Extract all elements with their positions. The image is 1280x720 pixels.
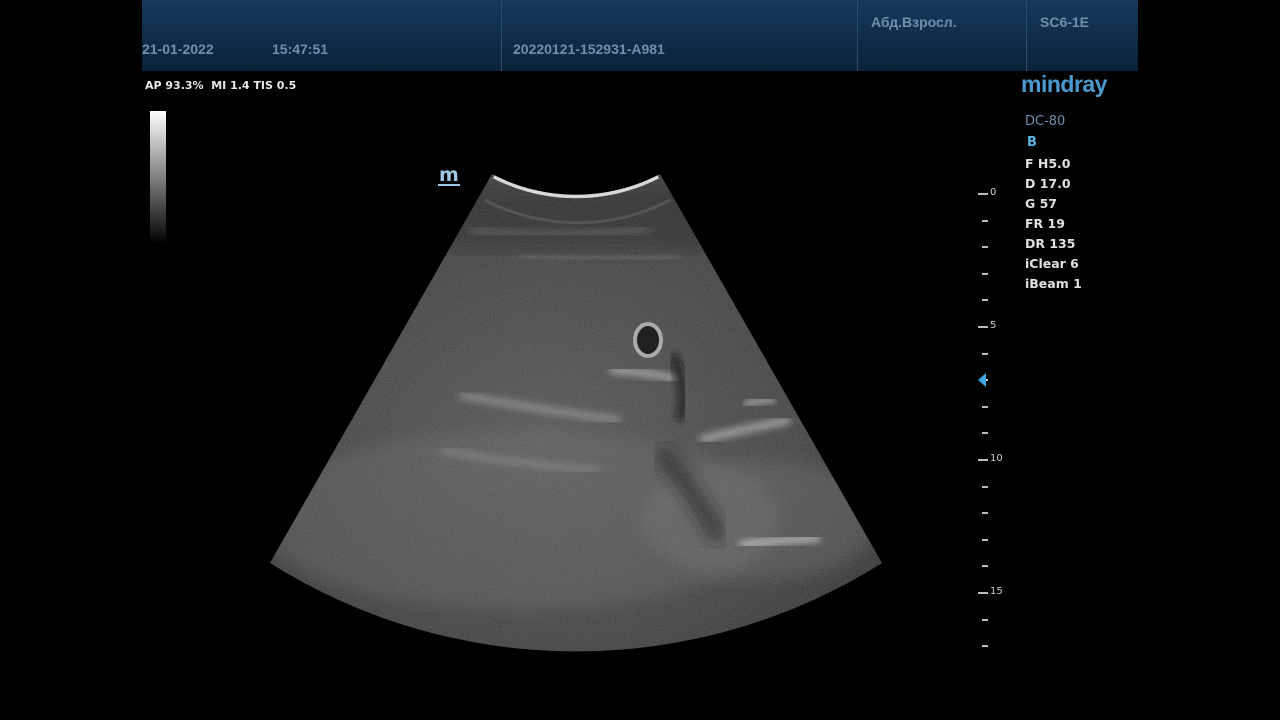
- acoustic-output-info: AP 93.3% MI 1.4 TIS 0.5: [145, 79, 297, 92]
- depth-tick: [982, 645, 988, 648]
- ultrasound-image: [270, 174, 882, 652]
- depth-tick: [982, 485, 988, 488]
- depth-label: 0: [990, 187, 997, 198]
- depth-major-tick: [978, 592, 988, 594]
- grayscale-bar: [150, 111, 166, 244]
- depth-tick: [982, 512, 988, 515]
- depth-major-tick: [978, 326, 988, 328]
- header-divider: [1026, 0, 1027, 71]
- probe-label[interactable]: SC6-1E: [1040, 14, 1089, 30]
- depth-tick: [982, 538, 988, 541]
- depth-label: 15: [990, 586, 1003, 597]
- preset-label[interactable]: Абд.Взросл.: [871, 14, 957, 30]
- depth-tick: [982, 352, 988, 355]
- exam-id: 20220121-152931-A981: [513, 41, 665, 57]
- header-bar: 21-01-2022 15:47:51 20220121-152931-A981…: [142, 0, 1138, 71]
- param-frequency: F H5.0: [1025, 156, 1071, 171]
- exam-date: 21-01-2022: [142, 41, 214, 57]
- depth-major-tick: [978, 193, 988, 195]
- depth-tick: [982, 299, 988, 302]
- depth-scale: 0 5 10 15: [975, 187, 1015, 650]
- param-ibeam: iBeam 1: [1025, 276, 1082, 291]
- depth-tick: [982, 565, 988, 568]
- depth-tick: [982, 246, 988, 249]
- depth-label: 5: [990, 320, 997, 331]
- brand-logo: mindray: [1021, 71, 1107, 97]
- exam-time: 15:47:51: [272, 41, 329, 57]
- depth-tick: [982, 405, 988, 408]
- depth-tick: [982, 219, 988, 222]
- focus-marker-icon[interactable]: [978, 373, 986, 388]
- imaging-parameters: DC-80 B F H5.0 D 17.0 G 57 FR 19 DR 135 …: [1025, 114, 1082, 294]
- param-dynamic-range: DR 135: [1025, 236, 1076, 251]
- header-divider: [501, 0, 502, 71]
- depth-major-tick: [978, 459, 988, 461]
- param-frame-rate: FR 19: [1025, 216, 1065, 231]
- param-depth: D 17.0: [1025, 176, 1071, 191]
- depth-tick: [982, 432, 988, 435]
- orientation-marker: m: [438, 164, 460, 186]
- imaging-mode: B: [1027, 135, 1037, 150]
- depth-label: 10: [990, 453, 1003, 464]
- param-iclear: iClear 6: [1025, 256, 1079, 271]
- depth-tick: [982, 618, 988, 621]
- device-model: DC-80: [1025, 114, 1066, 129]
- param-gain: G 57: [1025, 196, 1058, 211]
- depth-tick: [982, 272, 988, 275]
- header-divider: [857, 0, 858, 71]
